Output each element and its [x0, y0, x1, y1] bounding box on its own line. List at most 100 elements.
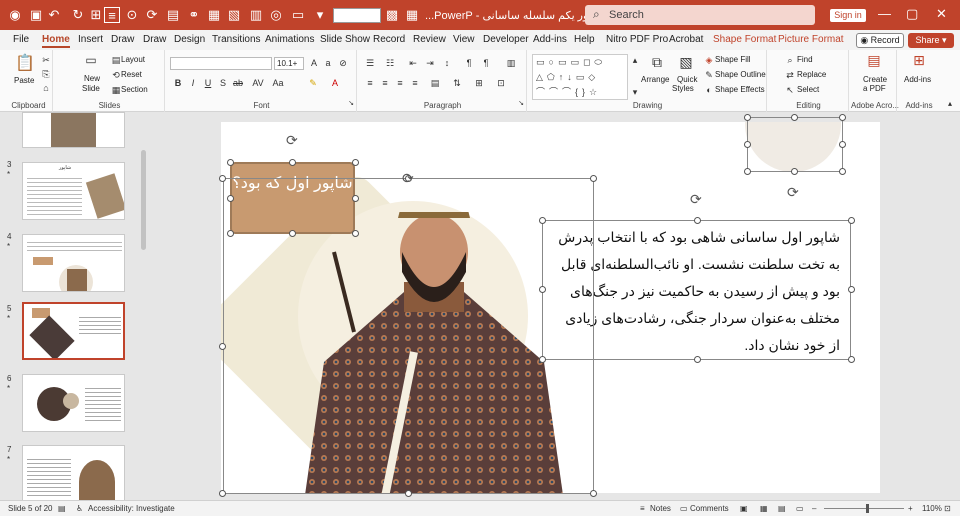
tab-home[interactable]: Home — [42, 34, 70, 48]
shapes-scroll-up-icon[interactable]: ▴ — [629, 54, 641, 66]
columns-icon[interactable]: ▥ — [505, 57, 517, 69]
slide-thumbnail-3[interactable]: شاپور — [22, 162, 125, 220]
slide-thumbnail-4[interactable] — [22, 234, 125, 292]
resize-handle[interactable] — [227, 230, 234, 237]
sync-icon[interactable]: ⟳ — [144, 7, 160, 23]
resize-handle[interactable] — [744, 141, 751, 148]
text-direction-icon[interactable]: ⇅ — [451, 77, 463, 89]
collapse-ribbon-icon[interactable]: ▴ — [944, 98, 956, 110]
italic-icon[interactable]: I — [187, 77, 199, 89]
quick-styles-icon[interactable]: ▧ — [677, 55, 695, 69]
resize-handle[interactable] — [227, 195, 234, 202]
decrease-font-icon[interactable]: a — [322, 57, 334, 69]
resize-handle[interactable] — [848, 286, 855, 293]
line-spacing-icon[interactable]: ↕ — [441, 57, 453, 69]
find-icon[interactable]: ⌕ — [784, 54, 796, 66]
shape-effects-icon[interactable]: ◐ — [703, 84, 715, 96]
change-case-icon[interactable]: Aa — [272, 77, 284, 89]
resize-handle[interactable] — [539, 356, 546, 363]
font-dialog-launcher-icon[interactable]: ↘ — [345, 98, 357, 110]
tab-transitions[interactable]: Transitions — [212, 34, 261, 45]
rotate-handle-icon[interactable]: ⟳ — [787, 184, 799, 201]
shape-fill-icon[interactable]: ◈ — [703, 54, 715, 66]
accessibility-status-icon[interactable]: ♿ — [76, 504, 83, 513]
resize-handle[interactable] — [219, 490, 226, 497]
resize-handle[interactable] — [539, 286, 546, 293]
smartart-icon[interactable]: ⊡ — [495, 77, 507, 89]
tab-file[interactable]: File — [13, 34, 29, 45]
resize-handle[interactable] — [839, 114, 846, 121]
paste-label[interactable]: Paste — [14, 76, 34, 85]
tab-help[interactable]: Help — [574, 34, 595, 45]
tab-draw-2[interactable]: Draw — [143, 34, 166, 45]
arrange-button[interactable]: Arrange — [641, 75, 669, 84]
numbering-icon[interactable]: ☷ — [384, 57, 396, 69]
new-slide-label-2[interactable]: Slide — [82, 84, 100, 93]
bullets-icon[interactable]: ☰ — [364, 57, 376, 69]
tab-picture-format[interactable]: Picture Format — [778, 34, 844, 45]
resize-handle[interactable] — [744, 114, 751, 121]
slide-thumbnail-7[interactable] — [22, 445, 125, 503]
undo-icon[interactable]: ↶ — [46, 7, 62, 23]
create-pdf-icon[interactable]: ▤ — [866, 53, 882, 70]
resize-handle[interactable] — [227, 159, 234, 166]
slide-thumbnail-2[interactable] — [22, 112, 125, 148]
resize-handle[interactable] — [352, 195, 359, 202]
shape-effects-button[interactable]: Shape Effects — [715, 85, 765, 94]
tab-insert[interactable]: Insert — [78, 34, 103, 45]
picture-icon[interactable]: ▧ — [226, 7, 242, 23]
increase-indent-icon[interactable]: ⇥ — [424, 57, 436, 69]
shape-outline-button[interactable]: Shape Outline — [715, 70, 766, 79]
align-text-icon[interactable]: ⊞ — [473, 77, 485, 89]
thumbnail-scroll-thumb[interactable] — [141, 150, 146, 250]
notes-button[interactable]: Notes — [650, 504, 671, 513]
resize-handle[interactable] — [405, 490, 412, 497]
image-icon[interactable]: ▤ — [165, 7, 181, 23]
comments-icon[interactable]: ▭ — [680, 504, 688, 513]
format-painter-icon[interactable]: ⌂ — [40, 82, 52, 94]
add-ins-button[interactable]: Add-ins — [904, 75, 931, 84]
slide-sorter-icon[interactable]: ▦ — [760, 504, 768, 513]
accessibility-icon[interactable]: ⊙ — [124, 7, 140, 23]
fit-slide-icon[interactable]: ⊡ — [944, 504, 951, 513]
slide-thumbnail-5[interactable] — [22, 302, 125, 360]
resize-handle[interactable] — [791, 168, 798, 175]
font-name-dropdown[interactable] — [170, 57, 272, 70]
search-box[interactable]: ⌕ Search — [585, 5, 815, 25]
minimize-icon[interactable]: — — [878, 6, 891, 21]
tab-animations[interactable]: Animations — [265, 34, 314, 45]
layout-icon[interactable]: ≡ — [104, 7, 120, 23]
resize-handle[interactable] — [590, 490, 597, 497]
shapes-gallery[interactable]: ▭○▭▭◻⬭ △⬠↑↓▭◇ ⌒⌒⌒{}☆ — [532, 54, 628, 100]
decrease-indent-icon[interactable]: ⇤ — [407, 57, 419, 69]
copy-icon[interactable]: ⎘ — [40, 68, 52, 80]
shape-fill-button[interactable]: Shape Fill — [715, 55, 751, 64]
record-icon[interactable]: ◎ — [268, 7, 284, 23]
resize-handle[interactable] — [352, 230, 359, 237]
spelling-icon[interactable]: ▤ — [58, 504, 66, 513]
ltr-icon[interactable]: ¶ — [480, 57, 492, 69]
find-button[interactable]: Find — [797, 55, 813, 64]
cut-icon[interactable]: ✂ — [40, 54, 52, 66]
image-selection-frame[interactable] — [223, 178, 594, 494]
tab-acrobat[interactable]: Acrobat — [669, 34, 703, 45]
quick-styles-label-2[interactable]: Styles — [672, 84, 694, 93]
tab-add-ins[interactable]: Add-ins — [533, 34, 567, 45]
tab-design[interactable]: Design — [174, 34, 205, 45]
create-pdf-label-2[interactable]: a PDF — [863, 84, 886, 93]
resize-handle[interactable] — [590, 175, 597, 182]
resize-handle[interactable] — [744, 168, 751, 175]
font-size-dropdown[interactable]: 10.1+ — [274, 57, 304, 70]
clear-format-icon[interactable]: ⊘ — [337, 57, 349, 69]
resize-handle[interactable] — [539, 217, 546, 224]
paragraph-dialog-launcher-icon[interactable]: ↘ — [515, 98, 527, 110]
accessibility-status[interactable]: Accessibility: Investigate — [88, 504, 175, 513]
record-button[interactable]: ◉ Record — [856, 33, 904, 48]
highlight-icon[interactable]: ✎ — [307, 77, 319, 89]
arrange-icon[interactable]: ⧉ — [648, 55, 666, 69]
add-ins-icon[interactable]: ⊞ — [911, 53, 927, 70]
close-icon[interactable]: ✕ — [936, 6, 947, 22]
maximize-icon[interactable]: ▢ — [906, 6, 918, 22]
new-slide-icon[interactable]: ▭ — [82, 54, 100, 66]
resize-handle[interactable] — [848, 217, 855, 224]
